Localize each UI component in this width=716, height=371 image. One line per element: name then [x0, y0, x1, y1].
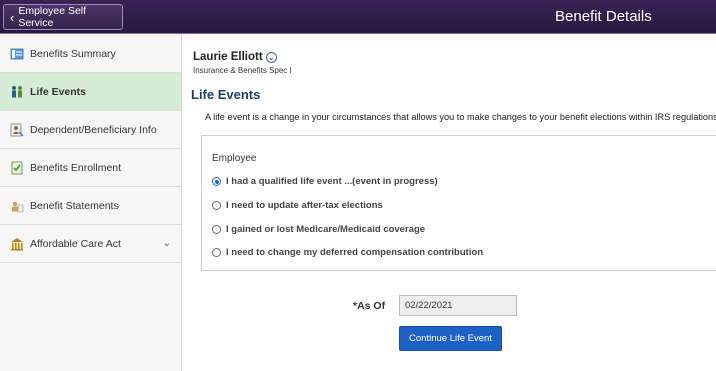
as-of-date-field[interactable]: 02/22/2021 — [399, 295, 517, 316]
as-of-label: *As Of — [353, 300, 386, 312]
sidebar-item-affordable-care-act[interactable]: Affordable Care Act ⌄ — [0, 225, 181, 263]
sidebar-item-life-events[interactable]: Life Events — [0, 73, 181, 111]
chevron-circle-down-icon[interactable]: ⌄ — [265, 51, 277, 63]
option-label: I need to change my deferred compensatio… — [226, 247, 484, 258]
sidebar-item-benefits-enrollment[interactable]: Benefits Enrollment — [0, 149, 181, 187]
option-label: I had a qualified life event ...(event i… — [226, 176, 438, 187]
sidebar-item-label: Dependent/Beneficiary Info — [30, 123, 157, 136]
sidebar-item-label: Life Events — [30, 85, 87, 98]
life-event-option-after-tax[interactable]: I need to update after-tax elections — [212, 200, 383, 211]
back-button-label: Employee Self Service — [18, 5, 87, 29]
radio-unselected[interactable] — [212, 248, 221, 257]
radio-unselected[interactable] — [212, 225, 221, 234]
radio-selected[interactable] — [212, 177, 221, 186]
sidebar-item-label: Benefits Enrollment — [30, 161, 122, 174]
sidebar: Benefits Summary Life Events Dependent/B… — [0, 35, 182, 371]
life-event-option-medicare[interactable]: I gained or lost Medicare/Medicaid cover… — [212, 224, 425, 235]
section-title: Life Events — [191, 87, 261, 102]
statements-icon — [10, 199, 24, 213]
sidebar-item-label: Benefit Statements — [30, 199, 119, 212]
sidebar-item-dependent-beneficiary-info[interactable]: Dependent/Beneficiary Info — [0, 111, 181, 149]
main-content: Laurie Elliott ⌄ Insurance & Benefits Sp… — [183, 35, 716, 371]
page-title: Benefit Details — [555, 8, 652, 25]
sidebar-item-benefit-statements[interactable]: Benefit Statements — [0, 187, 181, 225]
chevron-left-icon: ‹ — [10, 9, 15, 25]
group-label: Employee — [212, 153, 257, 164]
radio-unselected[interactable] — [212, 201, 221, 210]
dependent-icon — [10, 123, 24, 137]
life-event-option-qualified[interactable]: I had a qualified life event ...(event i… — [212, 176, 438, 187]
life-event-option-deferred-comp[interactable]: I need to change my deferred compensatio… — [212, 247, 483, 258]
summary-icon — [10, 47, 24, 61]
app-header: ‹ Employee Self Service Benefit Details — [0, 0, 716, 34]
sidebar-item-benefits-summary[interactable]: Benefits Summary — [0, 35, 181, 73]
life-events-icon — [10, 85, 24, 99]
person-name: Laurie Elliott ⌄ — [193, 51, 277, 63]
chevron-down-icon[interactable]: ⌄ — [163, 238, 171, 249]
option-label: I gained or lost Medicare/Medicaid cover… — [226, 224, 426, 235]
option-label: I need to update after-tax elections — [226, 200, 383, 211]
life-event-options-group: Employee I had a qualified life event ..… — [201, 135, 716, 271]
sidebar-item-label: Benefits Summary — [30, 47, 116, 60]
section-description: A life event is a change in your circums… — [205, 112, 716, 122]
person-name-text: Laurie Elliott — [193, 51, 263, 63]
employee-self-service-back-button[interactable]: ‹ Employee Self Service — [3, 4, 123, 30]
continue-life-event-button[interactable]: Continue Life Event — [399, 326, 502, 351]
building-icon — [10, 237, 24, 251]
person-role: Insurance & Benefits Spec I — [193, 66, 292, 75]
sidebar-item-label: Affordable Care Act — [30, 237, 121, 250]
enrollment-icon — [10, 161, 24, 175]
